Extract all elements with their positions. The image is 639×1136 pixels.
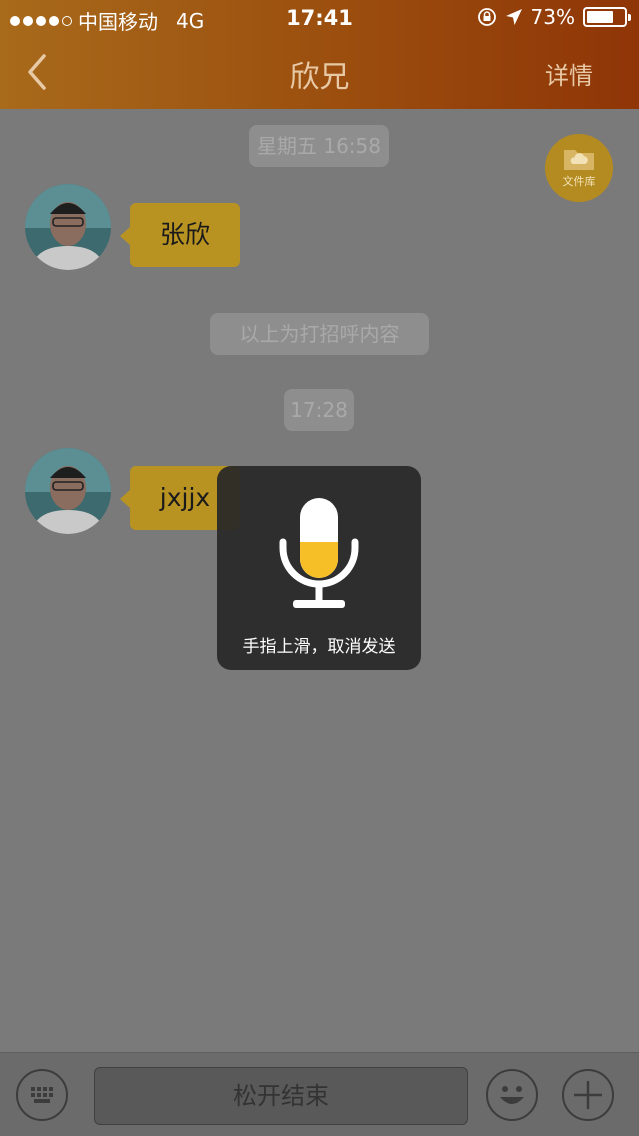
status-right: 73% <box>477 5 631 29</box>
battery-icon <box>583 7 631 27</box>
header: 中国移动 4G 17:41 73% 欣兄 详情 <box>0 0 639 109</box>
person-photo-icon <box>25 184 111 270</box>
more-actions-button[interactable] <box>562 1069 614 1121</box>
file-library-label: 文件库 <box>562 175 596 188</box>
avatar[interactable] <box>25 448 111 534</box>
file-library-button[interactable]: 文件库 <box>545 134 613 202</box>
microphone-icon <box>279 498 359 608</box>
rotation-lock-icon <box>477 8 496 26</box>
keyboard-toggle-button[interactable] <box>16 1069 68 1121</box>
recording-hint: 手指上滑，取消发送 <box>242 637 396 657</box>
hold-to-talk-button[interactable]: 松开结束 <box>94 1067 468 1125</box>
smiley-icon <box>500 1086 524 1104</box>
emoji-button[interactable] <box>486 1069 538 1121</box>
person-photo-icon <box>25 448 111 534</box>
location-arrow-icon <box>505 9 522 25</box>
message-bubble[interactable]: 张欣 <box>120 203 240 267</box>
voice-recording-overlay: 手指上滑，取消发送 <box>217 466 421 670</box>
status-bar: 中国移动 4G 17:41 73% <box>0 0 639 36</box>
plus-icon <box>574 1081 602 1109</box>
timestamp-pill: 17:28 <box>284 389 354 431</box>
system-notice: 以上为打招呼内容 <box>210 313 429 355</box>
keyboard-icon <box>31 1087 53 1103</box>
battery-percent: 73% <box>530 5 575 29</box>
input-bar: 松开结束 <box>0 1052 639 1136</box>
timestamp-pill: 星期五 16:58 <box>249 125 389 167</box>
folder-cloud-icon <box>564 150 594 170</box>
chat-title: 欣兄 <box>289 60 350 95</box>
details-button[interactable]: 详情 <box>545 56 593 91</box>
avatar[interactable] <box>25 184 111 270</box>
